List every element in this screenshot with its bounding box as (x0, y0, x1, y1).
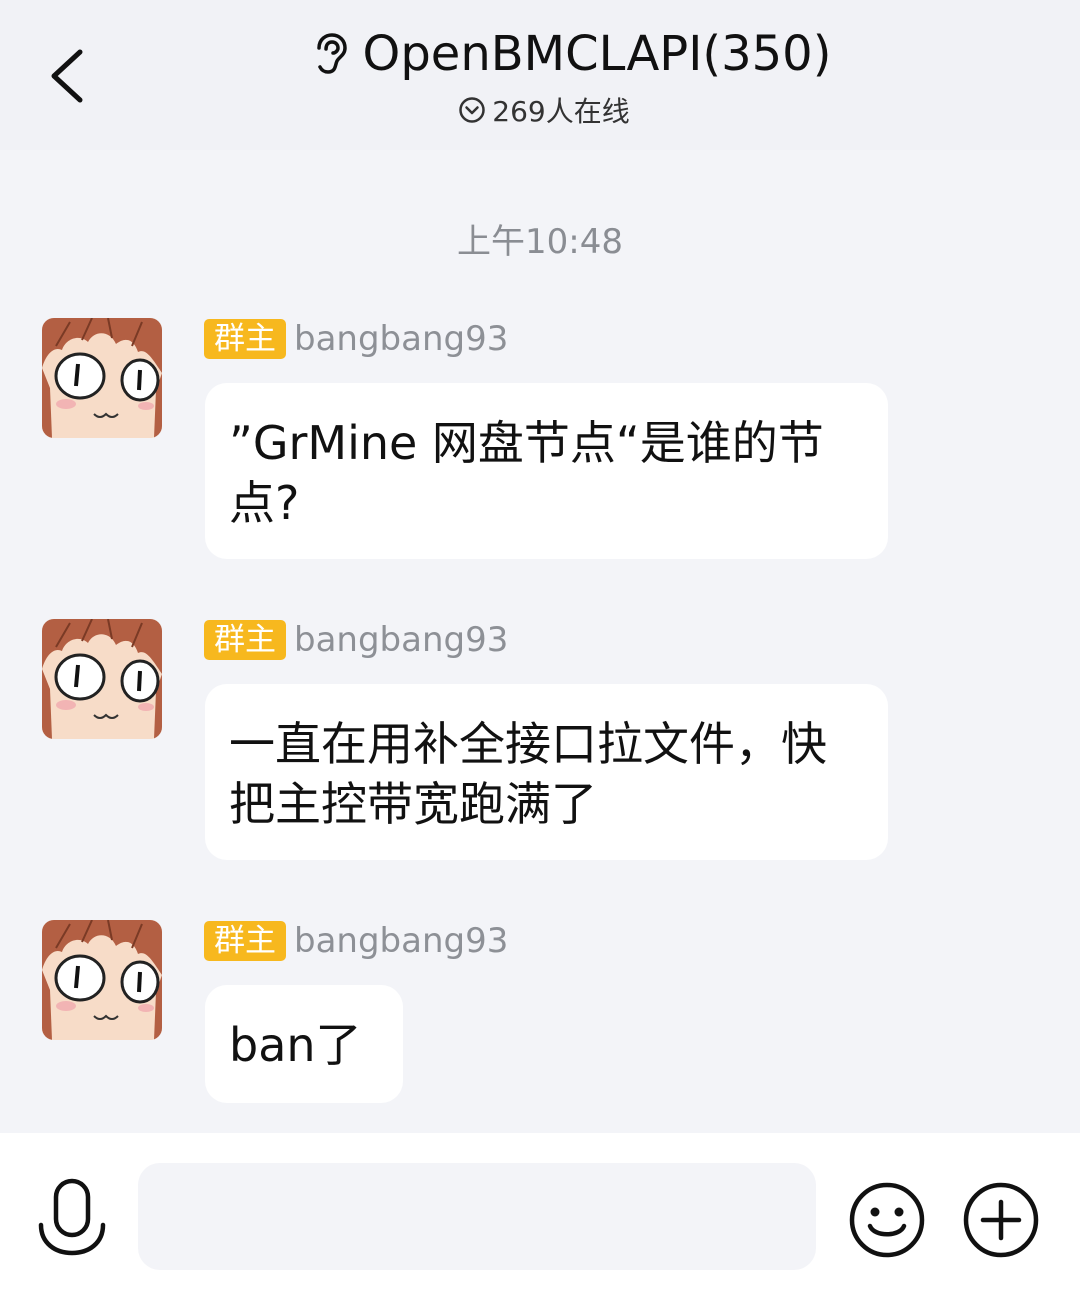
online-status[interactable]: 269人在线 (0, 90, 1080, 130)
sender-line: 群主 bangbang93 (204, 920, 508, 962)
more-button[interactable] (962, 1181, 1040, 1259)
message-input[interactable] (138, 1163, 816, 1270)
sender-name[interactable]: bangbang93 (294, 620, 508, 660)
plus-circle-icon (963, 1182, 1039, 1258)
ear-icon (309, 32, 349, 76)
sender-line: 群主 bangbang93 (204, 318, 508, 360)
sender-name[interactable]: bangbang93 (294, 921, 508, 961)
sender-line: 群主 bangbang93 (204, 619, 508, 661)
emoji-button[interactable] (848, 1181, 926, 1259)
chevron-down-circle-icon (458, 96, 486, 124)
input-bar (0, 1133, 1080, 1301)
avatar[interactable] (42, 619, 162, 739)
title-row[interactable]: OpenBMCLAPI(350) (0, 26, 1080, 86)
role-badge: 群主 (204, 319, 286, 359)
role-badge: 群主 (204, 921, 286, 961)
message-bubble[interactable]: ban了 (205, 985, 403, 1103)
voice-button[interactable] (36, 1177, 108, 1261)
group-title: OpenBMCLAPI(350) (362, 26, 832, 82)
online-count: 269人在线 (492, 95, 630, 128)
role-badge: 群主 (204, 620, 286, 660)
message-timestamp: 上午10:48 (457, 222, 623, 262)
smiley-icon (849, 1182, 925, 1258)
avatar[interactable] (42, 920, 162, 1040)
message-bubble[interactable]: 一直在用补全接口拉文件，快把主控带宽跑满了 (205, 684, 888, 860)
chat-header: OpenBMCLAPI(350) 269人在线 (0, 0, 1080, 150)
avatar[interactable] (42, 318, 162, 438)
message-bubble[interactable]: ”GrMine 网盘节点“是谁的节点? (205, 383, 888, 559)
sender-name[interactable]: bangbang93 (294, 319, 508, 359)
microphone-icon (38, 1178, 106, 1256)
